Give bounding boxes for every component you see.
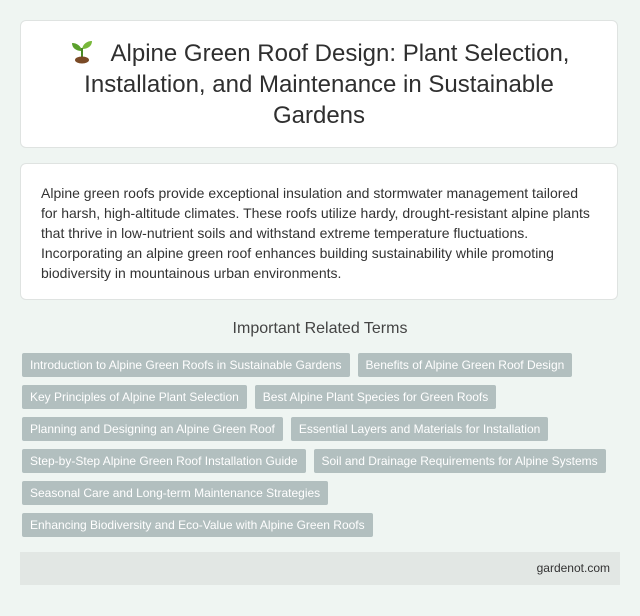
term-tag[interactable]: Soil and Drainage Requirements for Alpin… (313, 449, 606, 473)
term-tag[interactable]: Planning and Designing an Alpine Green R… (22, 417, 283, 441)
term-tag[interactable]: Essential Layers and Materials for Insta… (290, 417, 549, 441)
term-row: Seasonal Care and Long-term Maintenance … (22, 481, 622, 505)
term-tag[interactable]: Seasonal Care and Long-term Maintenance … (22, 481, 329, 505)
intro-card: Alpine green roofs provide exceptional i… (20, 163, 618, 300)
title-card: Alpine Green Roof Design: Plant Selectio… (20, 20, 618, 148)
term-tag[interactable]: Benefits of Alpine Green Roof Design (357, 353, 573, 377)
related-terms-heading: Important Related Terms (232, 320, 408, 337)
term-tag[interactable]: Best Alpine Plant Species for Green Roof… (254, 385, 497, 409)
sprout-icon (71, 40, 92, 63)
term-row: Step-by-Step Alpine Green Roof Installat… (22, 449, 622, 473)
term-tag[interactable]: Enhancing Biodiversity and Eco-Value wit… (22, 513, 373, 537)
footer: gardenot.com (20, 552, 620, 585)
related-terms-list: Introduction to Alpine Green Roofs in Su… (22, 353, 622, 545)
intro-text: Alpine green roofs provide exceptional i… (41, 185, 590, 281)
term-tag[interactable]: Step-by-Step Alpine Green Roof Installat… (22, 449, 306, 473)
term-tag[interactable]: Introduction to Alpine Green Roofs in Su… (22, 353, 350, 377)
footer-site-link[interactable]: gardenot.com (537, 561, 610, 575)
term-row: Planning and Designing an Alpine Green R… (22, 417, 622, 441)
page-title-text: Alpine Green Roof Design: Plant Selectio… (84, 39, 570, 129)
term-tag[interactable]: Key Principles of Alpine Plant Selection (22, 385, 247, 409)
term-row: Key Principles of Alpine Plant Selection… (22, 385, 622, 409)
term-row: Introduction to Alpine Green Roofs in Su… (22, 353, 622, 377)
term-row: Enhancing Biodiversity and Eco-Value wit… (22, 513, 622, 537)
page-title: Alpine Green Roof Design: Plant Selectio… (61, 38, 577, 131)
